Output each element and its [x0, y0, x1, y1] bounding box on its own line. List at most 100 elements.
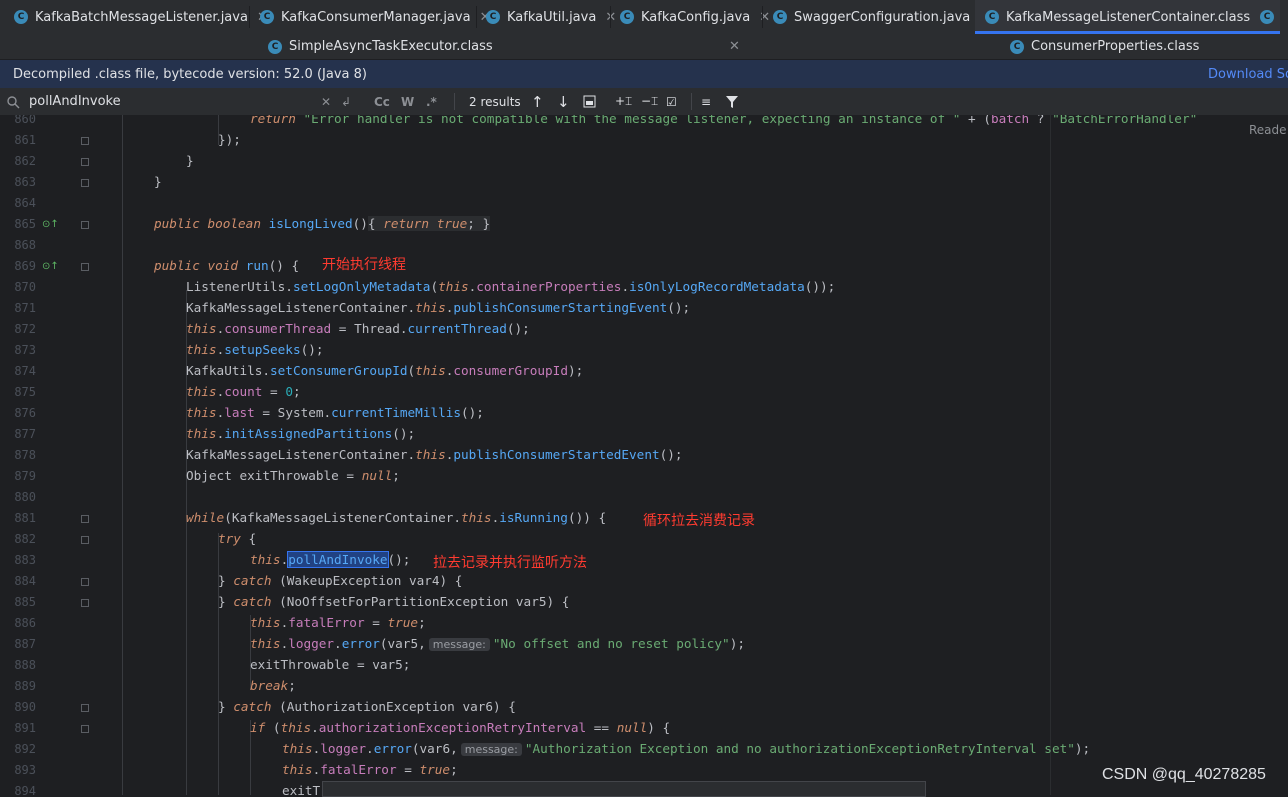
line-number: 883 [14, 553, 36, 567]
code-line-869: public void run() { [154, 258, 300, 273]
right-margin-guide [1050, 115, 1051, 795]
annotation-loop-fetch: 循环拉去消费记录 [643, 513, 755, 529]
code-line-860: return "Error handler is not compatible … [250, 115, 1198, 126]
code-line-876: this.last = System.currentTimeMillis(); [186, 405, 484, 420]
fold-marker-icon[interactable] [81, 725, 89, 733]
next-occurrence-icon[interactable]: ↓ [557, 88, 570, 115]
tab-label: SimpleAsyncTaskExecutor.class [289, 39, 493, 54]
code-line-891: if (this.authorizationExceptionRetryInte… [250, 720, 671, 735]
line-number: 887 [14, 637, 36, 651]
fold-marker-icon[interactable] [81, 599, 89, 607]
words-toggle[interactable]: W [401, 88, 414, 115]
annotation-fetch-and-invoke: 拉去记录并执行监听方法 [433, 555, 587, 571]
line-number: 873 [14, 343, 36, 357]
tab-label: SwaggerConfiguration.java [794, 9, 971, 25]
fold-marker-icon[interactable] [81, 158, 89, 166]
code-line-878: KafkaMessageListenerContainer.this.publi… [186, 447, 683, 462]
line-number: 860 [14, 115, 36, 126]
line-number: 892 [14, 742, 36, 756]
code-line-872: this.consumerThread = Thread.currentThre… [186, 321, 530, 336]
annotation-start-thread: 开始执行线程 [322, 257, 406, 273]
tab-overflow[interactable]: C [1260, 0, 1281, 34]
close-icon[interactable]: ✕ [729, 34, 740, 59]
filter-icon[interactable] [726, 88, 738, 115]
tab-kafka-message-listener-container[interactable]: C KafkaMessageListenerContainer.class ✕ [975, 0, 1281, 34]
select-all-occurrences-icon[interactable] [583, 88, 596, 115]
fold-marker-icon[interactable] [81, 137, 89, 145]
code-line-875: this.count = 0; [186, 384, 301, 399]
regex-toggle[interactable]: .* [426, 88, 437, 115]
reader-mode-label[interactable]: Reade [1249, 123, 1287, 137]
class-icon: C [985, 10, 999, 24]
code-line-887: this.logger.error(var5, message: "No offse… [250, 636, 745, 651]
decompiled-banner: Decompiled .class file, bytecode version… [0, 59, 1288, 89]
line-number: 882 [14, 532, 36, 546]
line-number: 886 [14, 616, 36, 630]
tab-label: KafkaConsumerManager.java [281, 9, 471, 25]
match-case-toggle[interactable]: Cc [374, 88, 390, 115]
code-line-892: this.logger.error(var6, message: "Authoriz… [282, 741, 1091, 756]
parameter-hint: message: [460, 743, 522, 756]
code-line-881: while(KafkaMessageListenerContainer.this… [186, 510, 607, 525]
override-marker-icon[interactable]: ⊙↑ [42, 261, 59, 272]
fold-marker-icon[interactable] [81, 515, 89, 523]
line-number: 861 [14, 133, 36, 147]
code-line-870: ListenerUtils.setLogOnlyMetadata(this.co… [186, 279, 836, 294]
fold-marker-icon[interactable] [81, 578, 89, 586]
class-icon: C [486, 10, 500, 24]
tab-kafka-consumer-manager[interactable]: C KafkaConsumerManager.java ✕ [260, 0, 490, 34]
line-number: 863 [14, 175, 36, 189]
line-number: 875 [14, 385, 36, 399]
code-line-877: this.initAssignedPartitions(); [186, 426, 416, 441]
select-occurrence-icon[interactable]: ☑ [666, 88, 677, 115]
line-number: 879 [14, 469, 36, 483]
code-line-879: Object exitThrowable = null; [186, 468, 400, 483]
tab-kafka-batch-message-listener[interactable]: C KafkaBatchMessageListener.java ✕ [14, 0, 268, 34]
line-number: 889 [14, 679, 36, 693]
new-line-icon[interactable]: ↲ [341, 88, 351, 115]
tab-consumer-properties[interactable]: C ConsumerProperties.class [1010, 34, 1199, 59]
fold-marker-icon[interactable] [81, 179, 89, 187]
close-icon[interactable]: ✕ [759, 10, 770, 25]
code-editor[interactable]: Reade 860 861 862 863 864 865 868 869 87… [0, 115, 1288, 795]
tab-label: KafkaUtil.java [507, 9, 597, 25]
tab-kafka-config[interactable]: C KafkaConfig.java ✕ [620, 0, 770, 34]
previous-occurrence-icon[interactable]: ↑ [531, 88, 544, 115]
tab-swagger-configuration[interactable]: C SwaggerConfiguration.java ✕ [773, 0, 990, 34]
add-occurrence-icon[interactable]: +⌶ [615, 88, 632, 115]
download-sources-link[interactable]: Download Sou [1208, 60, 1288, 89]
code-line-863: } [154, 174, 162, 189]
tab-label: ConsumerProperties.class [1031, 39, 1200, 54]
line-number: 890 [14, 700, 36, 714]
fold-marker-icon[interactable] [81, 704, 89, 712]
code-line-874: KafkaUtils.setConsumerGroupId(this.consu… [186, 363, 584, 378]
search-icon [6, 88, 20, 115]
line-number: 894 [14, 784, 36, 795]
clear-search-icon[interactable]: ✕ [321, 88, 331, 115]
line-number: 891 [14, 721, 36, 735]
code-line-883: this.pollAndInvoke(); [250, 551, 411, 568]
line-number: 871 [14, 301, 36, 315]
parameter-hint: message: [428, 638, 490, 651]
tab-simple-async-task-executor[interactable]: C SimpleAsyncTaskExecutor.class [268, 34, 493, 59]
line-number: 870 [14, 280, 36, 294]
fold-marker-icon[interactable] [81, 536, 89, 544]
line-number: 877 [14, 427, 36, 441]
banner-text: Decompiled .class file, bytecode version… [13, 67, 367, 82]
class-icon: C [14, 10, 28, 24]
class-icon: C [1010, 39, 1024, 54]
editor-tab-bar: C KafkaBatchMessageListener.java ✕ C Kaf… [0, 0, 1288, 35]
line-number: 864 [14, 196, 36, 210]
code-line-890: } catch (AuthorizationException var6) { [218, 699, 516, 714]
tab-label: KafkaConfig.java [641, 9, 751, 25]
tab-divider [249, 6, 250, 28]
find-input[interactable]: pollAndInvoke [29, 88, 121, 115]
in-selection-icon[interactable]: ≡ [701, 88, 711, 115]
code-line-882: try { [218, 531, 257, 546]
fold-marker-icon[interactable] [81, 263, 89, 271]
remove-occurrence-icon[interactable]: −⌶ [641, 88, 658, 115]
fold-marker-icon[interactable] [81, 221, 89, 229]
tab-kafka-util[interactable]: C KafkaUtil.java ✕ [486, 0, 616, 34]
code-line-893: this.fatalError = true; [282, 762, 458, 777]
override-marker-icon[interactable]: ⊙↑ [42, 219, 59, 230]
